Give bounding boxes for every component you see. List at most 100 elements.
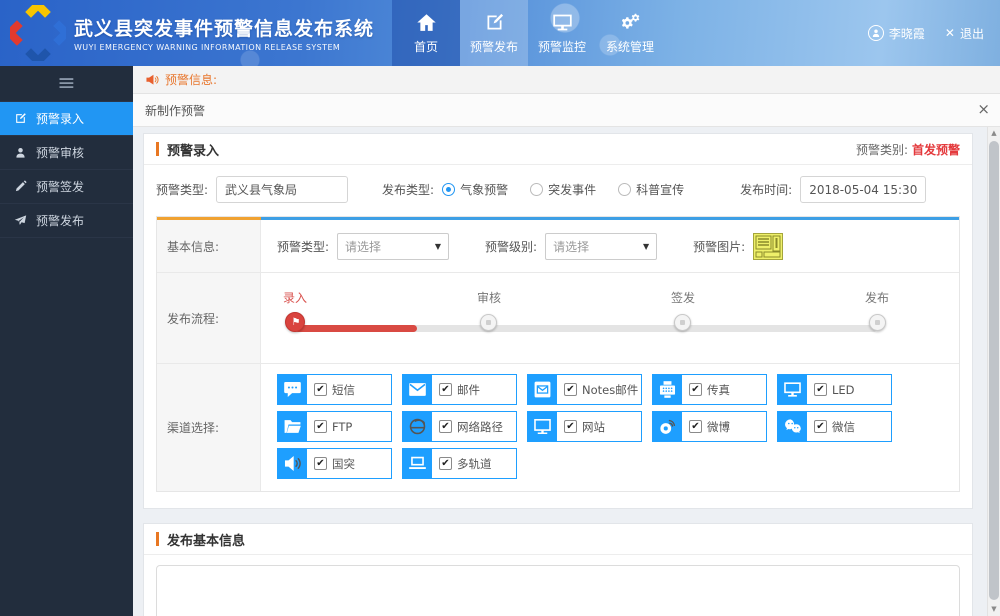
checkbox-icon[interactable]: ✔ [439, 420, 452, 433]
nav-item-label: 系统管理 [606, 39, 655, 54]
channel-label: 短信 [332, 382, 355, 397]
publish-info-textarea[interactable] [156, 565, 960, 616]
logout-button[interactable]: ✕ 退出 [945, 25, 984, 42]
channel-select-label: 渠道选择: [157, 364, 261, 491]
flow-step-handle[interactable] [480, 314, 498, 331]
sidebar-menu: 预警录入 预警审核 预警签发 预警发布 [0, 102, 133, 238]
publish-type-label: 发布类型: [382, 183, 435, 197]
user-menu[interactable]: 李晓霞 [867, 25, 925, 42]
publish-time-input[interactable] [800, 176, 927, 203]
radio-label: 科普宣传 [636, 183, 685, 197]
home-icon [416, 12, 437, 33]
channel-label: Notes邮件 [582, 382, 639, 397]
menu-toggle-icon[interactable]: ≡ [0, 66, 133, 102]
sidebar-item-label: 预警签发 [36, 180, 85, 194]
browser-icon [403, 412, 432, 441]
checkbox-icon[interactable]: ✔ [314, 383, 327, 396]
nav-item[interactable]: 系统管理 [596, 0, 664, 66]
sidebar: ≡ 预警录入 预警审核 预警签发 预警发布 [0, 66, 133, 616]
sidebar-item[interactable]: 预警录入 [0, 102, 133, 136]
channel-label: 网站 [582, 419, 605, 434]
channel-option[interactable]: ✔ FTP [277, 411, 392, 442]
tab-new-warning[interactable]: 新制作预警 [145, 102, 205, 119]
warning-type-input[interactable] [216, 176, 349, 203]
scrollbar-thumb[interactable] [989, 141, 999, 600]
edit-icon [14, 112, 27, 125]
accent-bar [156, 142, 159, 156]
channel-option[interactable]: ✔ 邮件 [402, 374, 517, 405]
channel-label: 微博 [707, 419, 730, 434]
sidebar-item[interactable]: 预警发布 [0, 204, 133, 238]
flow-step-handle[interactable] [674, 314, 692, 331]
channel-option[interactable]: ✔ 国突 [277, 448, 392, 479]
user-icon [14, 146, 27, 159]
channel-option[interactable]: ✔ 传真 [652, 374, 767, 405]
flow-step-handle[interactable] [868, 314, 886, 331]
weibo-icon [653, 412, 682, 441]
channel-option[interactable]: ✔ LED [777, 374, 892, 405]
publish-flow-label: 发布流程: [157, 273, 261, 363]
app-logo [10, 5, 66, 61]
fax-icon [653, 375, 682, 404]
entry-detail-table: 基本信息: 预警类型: 请选择 ▼ 预警级别: 请选择 ▼ 预警图片: 发布流程… [156, 216, 960, 492]
publish-info-panel: 发布基本信息 [143, 523, 973, 616]
close-icon[interactable]: × [977, 102, 990, 117]
channel-label: 国突 [332, 456, 355, 471]
nav-item[interactable]: 首页 [392, 0, 461, 66]
channel-option[interactable]: ✔ 微信 [777, 411, 892, 442]
checkbox-icon[interactable]: ✔ [689, 383, 702, 396]
flow-slider: 录入 审核 签发 发布 [281, 289, 939, 351]
flow-step-label: 录入 [282, 291, 307, 305]
checkbox-icon[interactable]: ✔ [814, 383, 827, 396]
channel-option[interactable]: ✔ 短信 [277, 374, 392, 405]
sidebar-item[interactable]: 预警审核 [0, 136, 133, 170]
tab-bar: 新制作预警 × [133, 94, 1000, 127]
channel-label: 多轨道 [457, 456, 492, 471]
publish-type-radio[interactable]: 科普宣传 [618, 181, 684, 198]
flow-step: 录入 [260, 289, 330, 334]
flow-step: 签发 [648, 289, 718, 331]
ftp-icon [278, 412, 307, 441]
channel-option[interactable]: ✔ 多轨道 [402, 448, 517, 479]
checkbox-icon[interactable]: ✔ [439, 383, 452, 396]
publish-type-radio[interactable]: 气象预警 [442, 181, 508, 198]
checkbox-icon[interactable]: ✔ [314, 420, 327, 433]
scroll-up-icon[interactable]: ▲ [988, 127, 1000, 140]
nav-item[interactable]: 预警监控 [528, 0, 596, 66]
checkbox-icon[interactable]: ✔ [564, 420, 577, 433]
chevron-down-icon: ▼ [434, 241, 442, 251]
chevron-down-icon: ▼ [642, 241, 650, 251]
channel-option[interactable]: ✔ 网络路径 [402, 411, 517, 442]
channel-option[interactable]: ✔ 网站 [527, 411, 642, 442]
channel-option[interactable]: ✔ Notes邮件 [527, 374, 642, 405]
logout-x-icon: ✕ [944, 26, 955, 40]
warning-level-select[interactable]: 请选择 ▼ [545, 232, 658, 260]
sidebar-item[interactable]: 预警签发 [0, 170, 133, 204]
channel-label: 邮件 [457, 382, 480, 397]
vertical-scrollbar[interactable]: ▲ ▼ [987, 127, 1000, 616]
warning-type-select[interactable]: 请选择 ▼ [337, 232, 450, 260]
notice-bar: 预警信息: [133, 66, 1000, 94]
publish-type-radio[interactable]: 突发事件 [530, 181, 596, 198]
channel-label: FTP [332, 419, 353, 434]
warning-type-label: 预警类型: [156, 183, 209, 197]
notice-label: 预警信息: [165, 73, 218, 87]
scroll-down-icon[interactable]: ▼ [988, 603, 1000, 616]
notesmail-icon [528, 375, 557, 404]
checkbox-icon[interactable]: ✔ [439, 457, 452, 470]
sms-icon [278, 375, 307, 404]
flow-step-handle[interactable] [285, 312, 306, 334]
nav-item[interactable]: 预警发布 [460, 0, 529, 66]
checkbox-icon[interactable]: ✔ [689, 420, 702, 433]
flow-step-label: 审核 [476, 291, 501, 305]
channel-label: 网络路径 [457, 419, 503, 434]
radio-icon [618, 183, 632, 196]
flow-step: 审核 [454, 289, 524, 331]
warning-image-thumbnail[interactable] [753, 232, 784, 260]
checkbox-icon[interactable]: ✔ [314, 457, 327, 470]
monitor-icon [552, 12, 573, 33]
scroll-area: 预警录入 预警类别:首发预警 预警类型: 发布类型: 气象预警 突发事件 科普宣… [133, 127, 987, 616]
checkbox-icon[interactable]: ✔ [814, 420, 827, 433]
checkbox-icon[interactable]: ✔ [564, 383, 577, 396]
channel-option[interactable]: ✔ 微博 [652, 411, 767, 442]
